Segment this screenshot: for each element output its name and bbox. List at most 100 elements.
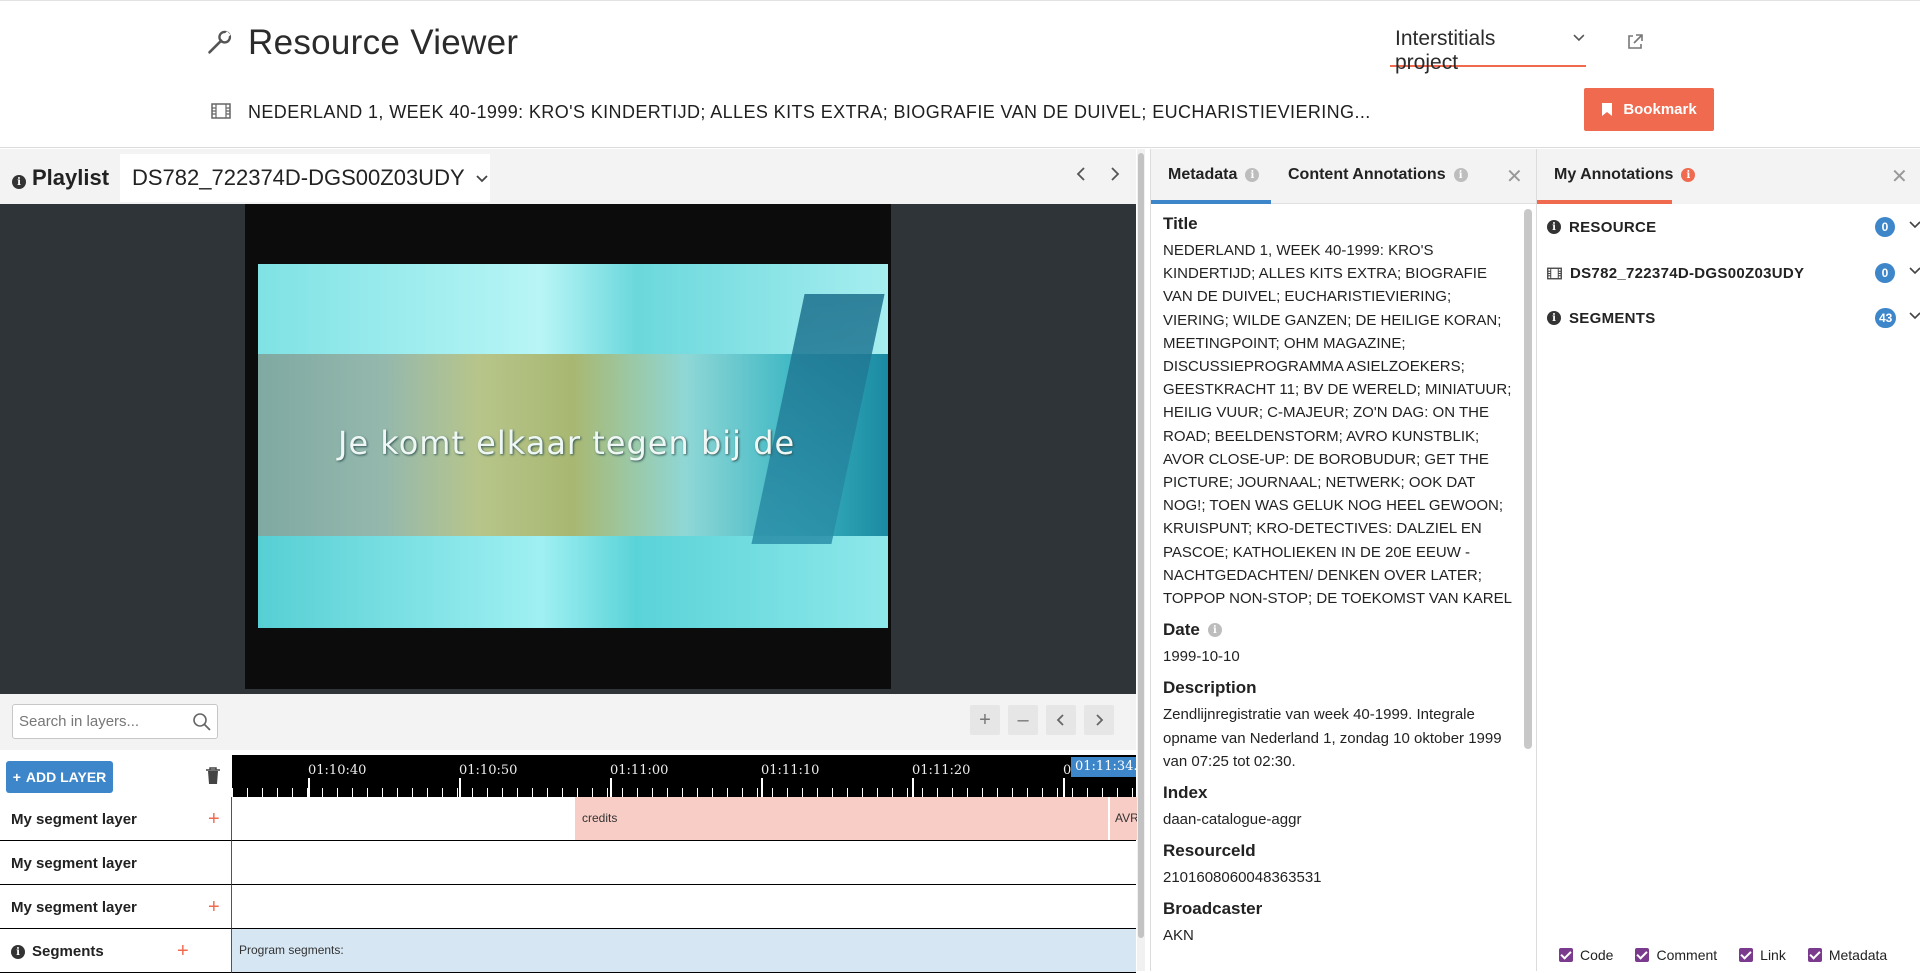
search-icon [193,713,211,731]
page-title: Resource Viewer [248,23,519,62]
field-label: Broadcaster [1163,899,1263,919]
app-header: Resource Viewer Interstitials project NE… [0,0,1920,148]
count-badge: 0 [1875,263,1895,283]
close-icon[interactable]: ✕ [1891,164,1908,189]
zoom-in-button[interactable]: + [970,705,1000,735]
metadata-tabs: Metadata i Content Annotations i ✕ [1151,149,1536,204]
section-resource[interactable]: i RESOURCE 0 [1547,215,1920,239]
field-value: NEDERLAND 1, WEEK 40-1999: KRO'S KINDERT… [1163,242,1512,608]
tick-label: 01:10:40 [308,763,367,778]
metadata-panel: Metadata i Content Annotations i ✕ Title… [1150,149,1536,971]
panel-scrollbar[interactable] [1137,149,1145,971]
timeline-ruler[interactable]: 01:10:40 01:10:50 01:11:00 01:11:10 01:1… [232,755,1136,800]
tab-my-annotations[interactable]: My Annotations i [1554,166,1696,184]
external-link-icon[interactable] [1626,33,1644,51]
tick-label: 01:11:10 [761,763,820,778]
chevron-down-icon [1909,267,1920,275]
filter-code[interactable]: Code [1559,947,1613,963]
count-badge: 43 [1875,308,1897,328]
active-tab-indicator [1151,200,1271,204]
film-icon [1547,267,1562,279]
tab-metadata[interactable]: Metadata i [1168,166,1260,184]
tab-content-annotations[interactable]: Content Annotations i [1288,166,1468,184]
filter-link[interactable]: Link [1739,947,1786,963]
section-title: SEGMENTS [1569,309,1656,327]
chevron-left-icon [1056,714,1064,726]
add-segment-icon[interactable]: + [208,808,220,831]
filter-comment[interactable]: Comment [1635,947,1717,963]
checkbox-checked[interactable] [1807,948,1822,962]
tab-label: Content Annotations [1288,166,1446,183]
layer-name[interactable]: My segment layer [11,811,137,828]
current-time-marker[interactable]: 01:11:34.6 [1071,757,1136,777]
section-title: RESOURCE [1569,218,1657,236]
layer-name[interactable]: Segments [32,943,104,960]
film-icon [211,103,231,119]
layer-track[interactable]: credits AVR [231,797,1137,841]
resource-title: NEDERLAND 1, WEEK 40-1999: KRO'S KINDERT… [248,102,1371,122]
checkbox-checked[interactable] [1559,948,1573,962]
layer-track[interactable] [231,841,1136,885]
info-icon: i [1547,311,1561,325]
timeline-next-button[interactable] [1084,705,1114,735]
metadata-scrollbar[interactable] [1524,209,1532,749]
bookmark-label: Bookmark [1623,101,1697,118]
segment[interactable]: credits [575,797,1108,840]
layer-label-cell: My segment layer + [0,797,231,841]
add-layer-button[interactable]: + ADD LAYER [6,761,113,793]
chevron-right-icon[interactable] [1108,166,1122,182]
playlist-label: Playlist [32,165,110,190]
chevron-down-icon [1909,221,1920,229]
close-icon[interactable]: ✕ [1506,164,1523,189]
bookmark-icon [1602,103,1613,116]
section-title: DS782_722374D-DGS00Z03UDY [1570,264,1805,282]
layer-name[interactable]: My segment layer [11,899,137,916]
video-player[interactable]: Je komt elkaar tegen bij de [245,204,891,689]
info-icon[interactable]: i [12,175,26,189]
chevron-down-icon [476,175,488,183]
active-tab-indicator [1537,200,1672,204]
add-segment-icon[interactable]: + [177,940,189,963]
zoom-out-button[interactable]: – [1008,705,1038,735]
my-annotations-panel: My Annotations i ✕ i RESOURCE 0 DS782_72… [1536,149,1920,971]
metadata-body: Title NEDERLAND 1, WEEK 40-1999: KRO'S K… [1163,214,1518,971]
layer-label-cell: My segment layer + [0,885,231,929]
timeline-layer-row: My segment layer + credits AVR [0,797,1137,841]
info-icon[interactable]: i [1245,168,1260,182]
segment[interactable]: AVR [1110,797,1137,840]
wrench-icon [208,30,232,54]
trash-icon[interactable] [205,767,221,785]
checkbox-checked[interactable] [1635,948,1650,962]
my-annotations-tabs: My Annotations i ✕ [1537,149,1920,204]
tab-label: My Annotations [1554,166,1674,183]
tick-label: 01:11:00 [610,763,669,778]
filter-metadata[interactable]: Metadata [1807,947,1887,963]
checkbox-checked[interactable] [1739,948,1754,962]
project-selector[interactable]: Interstitials project [1390,27,1586,74]
tick-label: 01:11:20 [912,763,971,778]
info-icon[interactable]: i [1681,168,1696,182]
annotation-filters: Code Comment Link Metadata [1537,939,1920,971]
layer-track[interactable]: Program segments: [231,929,1136,973]
info-icon[interactable]: i [1207,623,1222,638]
field-label: Date i [1163,620,1518,640]
bookmark-button[interactable]: Bookmark [1584,88,1714,131]
layer-track[interactable] [231,885,1136,929]
playlist-select[interactable]: DS782_722374D-DGS00Z03UDY [120,154,490,202]
layer-search-input[interactable]: Search in layers... [12,704,218,739]
info-icon[interactable]: i [1453,168,1468,182]
info-icon[interactable]: i [11,945,25,959]
layer-name[interactable]: My segment layer [11,855,137,872]
timeline-prev-button[interactable] [1046,705,1076,735]
add-segment-icon[interactable]: + [208,896,220,919]
plus-icon: + [12,769,21,785]
section-segments[interactable]: i SEGMENTS 43 [1547,306,1920,330]
video-frame: Je komt elkaar tegen bij de [258,264,888,628]
count-badge: 0 [1875,217,1895,237]
timeline-toolbar: Search in layers... + – [0,694,1136,750]
section-media[interactable]: DS782_722374D-DGS00Z03UDY 0 [1547,261,1920,285]
chevron-left-icon[interactable] [1074,166,1088,182]
chevron-down-icon [1909,312,1920,320]
field-label: Title [1163,214,1198,233]
segment[interactable]: Program segments: [232,929,532,972]
